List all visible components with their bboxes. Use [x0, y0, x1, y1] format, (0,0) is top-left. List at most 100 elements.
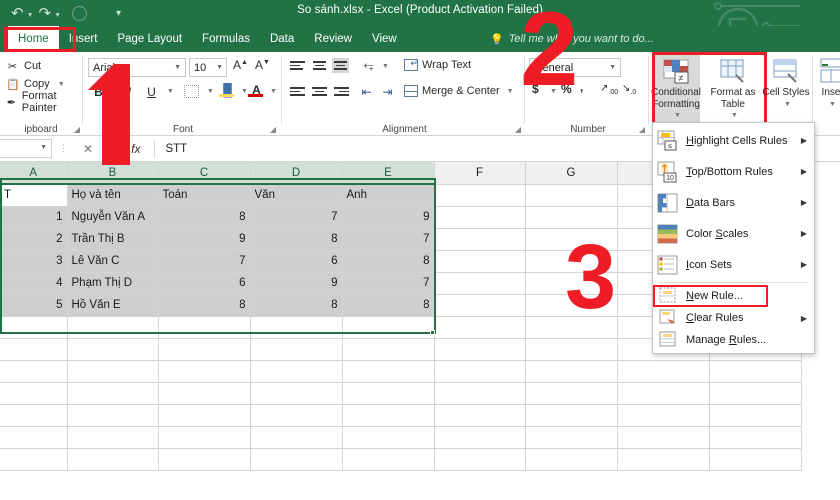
align-right-button[interactable] — [332, 84, 349, 99]
orientation-icon[interactable]: ⥆ — [360, 57, 377, 74]
cell-d1[interactable]: Văn — [250, 184, 343, 207]
cell-empty[interactable] — [250, 448, 343, 471]
cell-empty[interactable] — [342, 360, 435, 383]
currency-button[interactable]: $ — [532, 82, 539, 96]
cell-f5[interactable] — [434, 272, 526, 295]
merge-dropdown-icon[interactable]: ▼ — [507, 88, 514, 95]
name-box[interactable]: ▼ — [0, 139, 52, 158]
insert-function-icon[interactable]: fx — [131, 142, 140, 156]
menu-item-clear-rules[interactable]: Clear Rules ▶ — [653, 307, 814, 329]
align-middle-button[interactable] — [311, 58, 328, 73]
cell-empty[interactable] — [0, 316, 68, 339]
cell-empty[interactable] — [434, 382, 526, 405]
cell-a6[interactable]: 5 — [0, 294, 68, 317]
cell-empty[interactable] — [525, 316, 618, 339]
cell-g4[interactable] — [525, 250, 618, 273]
cell-empty[interactable] — [0, 404, 68, 427]
cell-empty[interactable] — [0, 382, 68, 405]
cell-b2[interactable]: Nguyễn Văn A — [67, 206, 159, 229]
column-header-g[interactable]: G — [525, 162, 618, 185]
cell-f2[interactable] — [434, 206, 526, 229]
menu-item-new-rule[interactable]: New Rule... — [653, 285, 814, 307]
insert-cells-button[interactable]: Inse ▼ — [816, 55, 840, 127]
format-as-table-dropdown-icon[interactable]: ▼ — [731, 110, 738, 122]
merge-center-button[interactable]: Merge & Center ▼ — [404, 85, 514, 97]
cell-empty[interactable] — [709, 426, 802, 449]
cell-a4[interactable]: 3 — [0, 250, 68, 273]
percent-button[interactable]: % — [561, 82, 572, 96]
cell-empty[interactable] — [158, 448, 251, 471]
bold-button[interactable]: B — [90, 83, 107, 100]
cell-empty[interactable] — [434, 316, 526, 339]
cell-empty[interactable] — [709, 360, 802, 383]
fill-handle[interactable] — [430, 330, 435, 335]
cell-g6[interactable] — [525, 294, 618, 317]
cell-empty[interactable] — [0, 448, 68, 471]
chevron-down-icon[interactable]: ▼ — [174, 64, 181, 71]
cell-empty[interactable] — [525, 360, 618, 383]
cell-empty[interactable] — [617, 448, 710, 471]
orientation-dropdown-icon[interactable]: ▼ — [382, 63, 389, 70]
cell-b3[interactable]: Trần Thị B — [67, 228, 159, 251]
chevron-down-icon[interactable]: ▼ — [216, 64, 223, 71]
cell-f4[interactable] — [434, 250, 526, 273]
decrease-font-size-button[interactable]: A▼ — [255, 58, 270, 72]
cell-empty[interactable] — [525, 382, 618, 405]
cell-e5[interactable]: 7 — [342, 272, 435, 295]
cell-g1[interactable] — [525, 184, 618, 207]
underline-dropdown-icon[interactable]: ▼ — [167, 88, 174, 95]
column-header-f[interactable]: F — [434, 162, 526, 185]
font-color-dropdown-icon[interactable]: ▼ — [270, 88, 277, 95]
cell-d2[interactable]: 7 — [250, 206, 343, 229]
align-top-button[interactable] — [290, 58, 307, 73]
cell-c4[interactable]: 7 — [158, 250, 251, 273]
format-as-table-button[interactable]: Format as Table ▼ — [709, 55, 757, 127]
chevron-down-icon[interactable]: ▼ — [40, 144, 47, 151]
cell-f6[interactable] — [434, 294, 526, 317]
cell-empty[interactable] — [434, 360, 526, 383]
copy-dropdown-icon[interactable]: ▼ — [58, 81, 65, 88]
cell-d6[interactable]: 8 — [250, 294, 343, 317]
cell-b5[interactable]: Phạm Thị D — [67, 272, 159, 295]
menu-item-top-bottom-rules[interactable]: 10 Top/Bottom Rules ▶ — [653, 156, 814, 187]
cell-empty[interactable] — [709, 382, 802, 405]
cell-e4[interactable]: 8 — [342, 250, 435, 273]
cell-empty[interactable] — [158, 404, 251, 427]
cell-d5[interactable]: 9 — [250, 272, 343, 295]
cell-empty[interactable] — [0, 426, 68, 449]
decrease-indent-icon[interactable]: ⇤ — [358, 83, 375, 100]
cell-empty[interactable] — [67, 360, 159, 383]
format-painter-button[interactable]: ✒ Format Painter — [4, 90, 82, 114]
cell-e2[interactable]: 9 — [342, 206, 435, 229]
borders-icon[interactable] — [184, 85, 199, 98]
cell-empty[interactable] — [434, 448, 526, 471]
cell-empty[interactable] — [617, 360, 710, 383]
font-name-input[interactable]: Arial ▼ — [88, 58, 186, 77]
increase-decimal-icon[interactable]: ↗.00 — [600, 83, 618, 96]
cell-empty[interactable] — [434, 404, 526, 427]
cell-c5[interactable]: 6 — [158, 272, 251, 295]
cell-empty[interactable] — [434, 426, 526, 449]
cell-empty[interactable] — [250, 426, 343, 449]
cell-empty[interactable] — [250, 338, 343, 361]
font-size-input[interactable]: 10 ▼ — [189, 58, 227, 77]
cell-empty[interactable] — [67, 404, 159, 427]
cell-empty[interactable] — [0, 338, 68, 361]
currency-dropdown-icon[interactable]: ▼ — [550, 88, 557, 95]
cell-empty[interactable] — [709, 404, 802, 427]
cell-empty[interactable] — [67, 382, 159, 405]
cell-empty[interactable] — [250, 382, 343, 405]
menu-item-highlight-cells-rules[interactable]: ≤ Highlight Cells Rules ▶ — [653, 125, 814, 156]
cell-c1[interactable]: Toán — [158, 184, 251, 207]
align-bottom-button[interactable] — [332, 58, 349, 73]
cell-empty[interactable] — [525, 426, 618, 449]
align-center-button[interactable] — [311, 84, 328, 99]
cell-g5[interactable] — [525, 272, 618, 295]
cell-a2[interactable]: 1 — [0, 206, 68, 229]
cell-empty[interactable] — [250, 404, 343, 427]
cell-empty[interactable] — [158, 426, 251, 449]
menu-item-icon-sets[interactable]: Icon Sets ▶ — [653, 249, 814, 280]
borders-dropdown-icon[interactable]: ▼ — [207, 88, 214, 95]
cell-empty[interactable] — [67, 426, 159, 449]
cell-empty[interactable] — [67, 316, 159, 339]
